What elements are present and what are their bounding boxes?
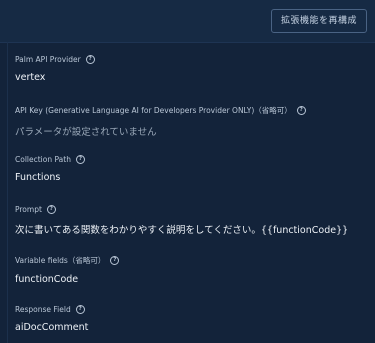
field-response-field: Response Field ? aiDocComment (15, 305, 88, 333)
help-circle-icon[interactable]: ? (296, 106, 306, 115)
field-label: API Key (Generative Language AI for Deve… (15, 106, 292, 115)
extension-config-panel: 拡張機能を再構成 Palm API Provider ? vertex API … (0, 0, 375, 343)
help-circle-icon[interactable]: ? (110, 256, 120, 265)
help-circle-icon[interactable]: ? (46, 205, 56, 214)
reconfigure-extension-button[interactable]: 拡張機能を再構成 (270, 9, 367, 33)
field-label: Prompt (15, 205, 42, 214)
left-divider (7, 42, 8, 343)
field-label: Variable fields（省略可） (15, 256, 106, 265)
field-label: Collection Path (15, 155, 71, 164)
field-value: vertex (15, 72, 46, 83)
help-circle-icon[interactable]: ? (75, 155, 85, 164)
field-variable-fields: Variable fields（省略可） ? functionCode (15, 255, 120, 285)
field-collection-path: Collection Path ? Functions (15, 155, 85, 183)
field-value: Functions (15, 172, 61, 183)
help-circle-icon[interactable]: ? (85, 55, 95, 64)
field-api-key: API Key (Generative Language AI for Deve… (15, 105, 306, 138)
top-bar: 拡張機能を再構成 (0, 0, 375, 43)
field-prompt: Prompt ? 次に書いてある関数をわかりやすく説明をしてください。{{fun… (15, 205, 348, 236)
field-label: Palm API Provider (15, 55, 81, 64)
field-value: functionCode (15, 274, 79, 285)
field-label: Response Field (15, 305, 71, 314)
field-value: パラメータが設定されていません (15, 127, 157, 138)
field-value: aiDocComment (15, 322, 89, 333)
field-value: 次に書いてある関数をわかりやすく説明をしてください。{{functionCode… (15, 225, 349, 236)
field-palm-api-provider: Palm API Provider ? vertex (15, 55, 95, 83)
help-circle-icon[interactable]: ? (75, 305, 85, 314)
